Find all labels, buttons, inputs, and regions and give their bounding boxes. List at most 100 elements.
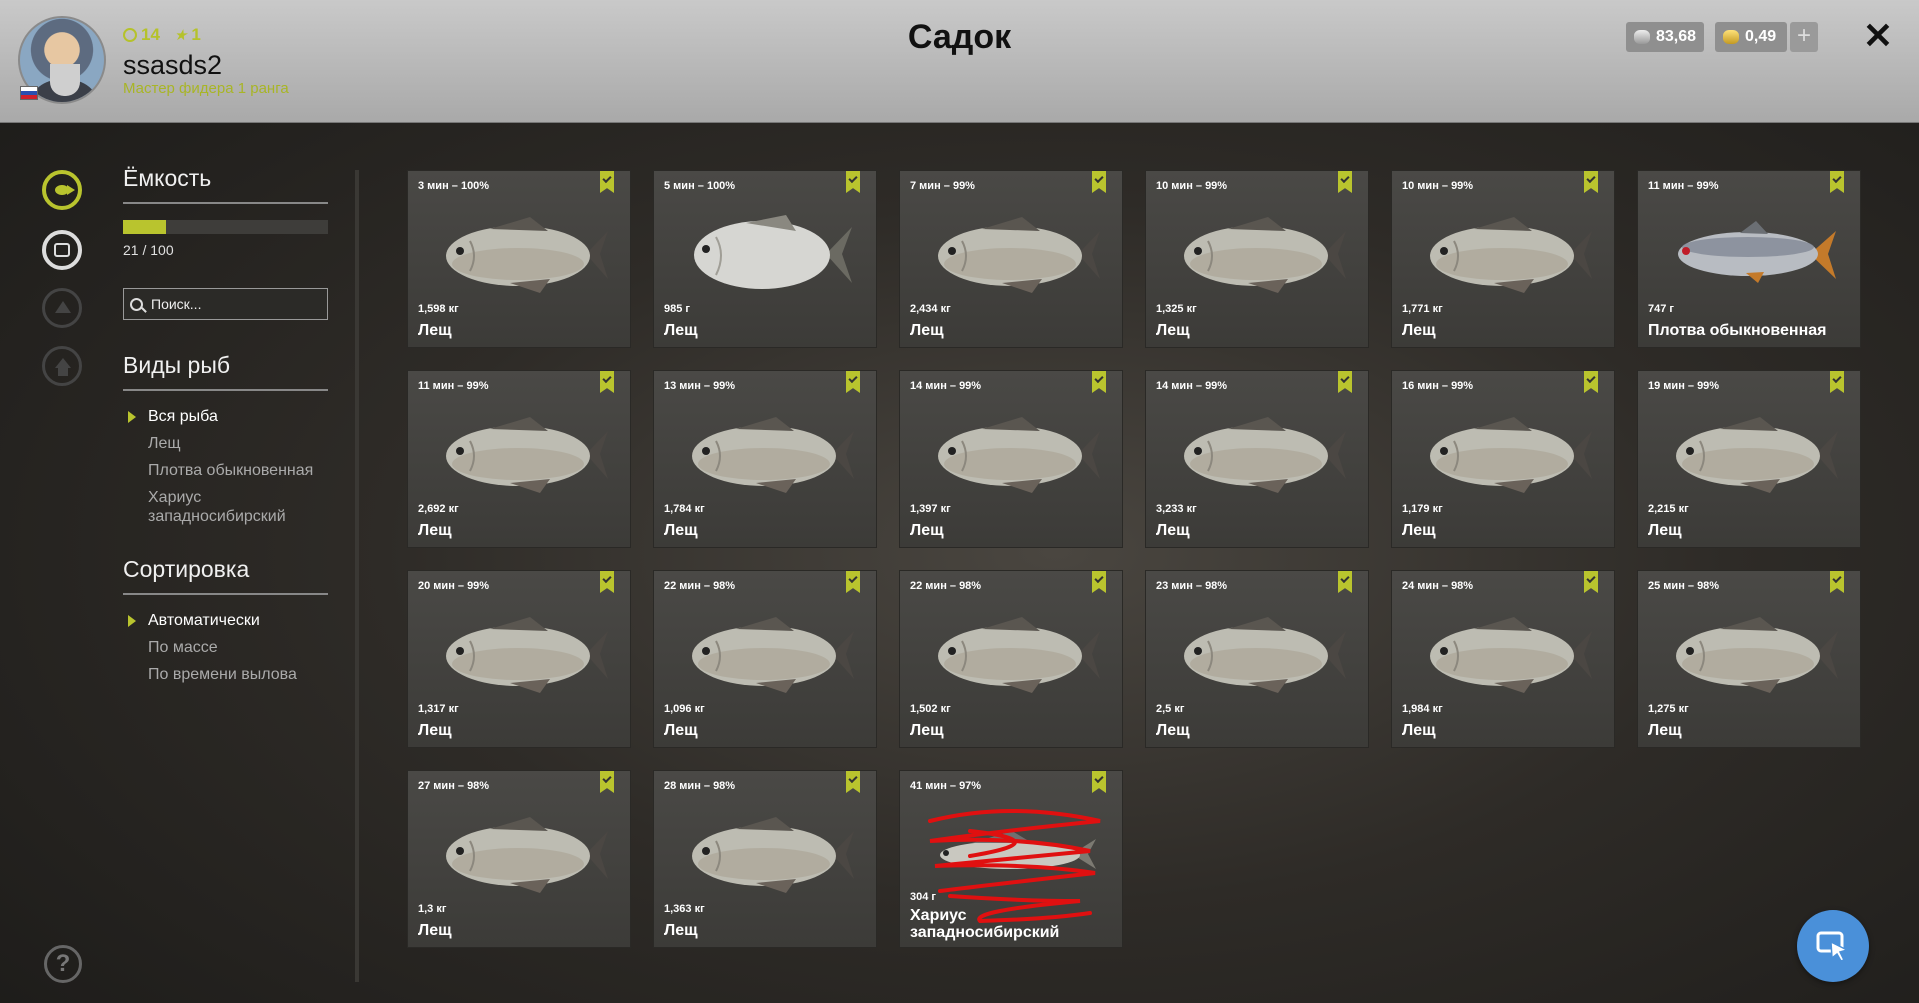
bookmark-check-icon[interactable] bbox=[846, 171, 860, 193]
species-title: Виды рыб bbox=[123, 352, 328, 391]
home-tab-icon[interactable] bbox=[42, 346, 82, 386]
fish-name: Лещ bbox=[1648, 722, 1682, 739]
fish-card[interactable]: 20 мин – 99% 1,317 кг Лещ bbox=[408, 571, 630, 747]
bookmark-check-icon[interactable] bbox=[600, 771, 614, 793]
bookmark-check-icon[interactable] bbox=[600, 171, 614, 193]
fish-weight: 1,771 кг bbox=[1402, 303, 1443, 315]
level-stat: 14 bbox=[123, 25, 160, 45]
fish-card[interactable]: 41 мин – 97% 304 г Хариус западносибирский bbox=[900, 771, 1122, 947]
bookmark-check-icon[interactable] bbox=[600, 571, 614, 593]
bookmark-check-icon[interactable] bbox=[1092, 371, 1106, 393]
bookmark-check-icon[interactable] bbox=[1338, 171, 1352, 193]
cursor-icon bbox=[1816, 931, 1850, 962]
fish-card[interactable]: 13 мин – 99% 1,784 кг Лещ bbox=[654, 371, 876, 547]
fish-name: Лещ bbox=[1156, 522, 1190, 539]
species-item-roach[interactable]: Плотва обыкновенная bbox=[123, 461, 328, 480]
bream-fish-icon bbox=[446, 417, 608, 493]
fish-card[interactable]: 28 мин – 98% 1,363 кг Лещ bbox=[654, 771, 876, 947]
bream-fish-icon bbox=[1676, 617, 1838, 693]
capacity-bar bbox=[123, 220, 328, 234]
bookmark-check-icon[interactable] bbox=[1830, 171, 1844, 193]
catch-time-label: 5 мин – 100% bbox=[664, 180, 736, 192]
fish-card[interactable]: 16 мин – 99% 1,179 кг Лещ bbox=[1392, 371, 1614, 547]
catch-time-label: 16 мин – 99% bbox=[1402, 380, 1474, 392]
catch-time-label: 41 мин – 97% bbox=[910, 780, 982, 792]
sort-list: Автоматически По массе По времени вылова bbox=[123, 611, 328, 684]
bookmark-check-icon[interactable] bbox=[1092, 571, 1106, 593]
fish-name: Лещ bbox=[664, 922, 698, 939]
keepnet-tab-icon[interactable] bbox=[42, 230, 82, 270]
fish-weight: 1,275 кг bbox=[1648, 703, 1689, 715]
sort-item-catch-time[interactable]: По времени вылова bbox=[123, 665, 328, 684]
bookmark-check-icon[interactable] bbox=[1092, 171, 1106, 193]
bookmark-check-icon[interactable] bbox=[846, 771, 860, 793]
fish-name: Лещ bbox=[1156, 322, 1190, 339]
bookmark-check-icon[interactable] bbox=[846, 571, 860, 593]
bookmark-check-icon[interactable] bbox=[1584, 371, 1598, 393]
sort-item-weight[interactable]: По массе bbox=[123, 638, 328, 657]
fish-card[interactable]: 10 мин – 99% 1,771 кг Лещ bbox=[1392, 171, 1614, 347]
catch-time-label: 20 мин – 99% bbox=[418, 580, 490, 592]
fish-weight: 1,598 кг bbox=[418, 303, 459, 315]
bookmark-check-icon[interactable] bbox=[846, 371, 860, 393]
fish-card[interactable]: 10 мин – 99% 1,325 кг Лещ bbox=[1146, 171, 1368, 347]
bookmark-check-icon[interactable] bbox=[1338, 571, 1352, 593]
catch-time-label: 7 мин – 99% bbox=[910, 180, 975, 192]
catch-time-label: 22 мин – 98% bbox=[664, 580, 736, 592]
bookmark-check-icon[interactable] bbox=[1092, 771, 1106, 793]
sort-item-auto[interactable]: Автоматически bbox=[123, 611, 328, 630]
player-name: ssasds2 bbox=[123, 50, 223, 80]
fish-card[interactable]: 14 мин – 99% 3,233 кг Лещ bbox=[1146, 371, 1368, 547]
fish-card[interactable]: 11 мин – 99% 2,692 кг Лещ bbox=[408, 371, 630, 547]
fish-name: Лещ bbox=[418, 322, 452, 339]
catch-time-label: 14 мин – 99% bbox=[1156, 380, 1228, 392]
fish-card[interactable]: 5 мин – 100% 985 г Лещ bbox=[654, 171, 876, 347]
fish-card[interactable]: 3 мин – 100% 1,598 кг Лещ bbox=[408, 171, 630, 347]
bookmark-check-icon[interactable] bbox=[1830, 571, 1844, 593]
search-box[interactable] bbox=[123, 288, 328, 320]
fish-weight: 2,215 кг bbox=[1648, 503, 1689, 515]
capacity-text: 21 / 100 bbox=[123, 242, 174, 258]
fish-name: Плотва обыкновенная bbox=[1648, 322, 1827, 339]
bookmark-check-icon[interactable] bbox=[1584, 571, 1598, 593]
fish-name: Лещ bbox=[664, 522, 698, 539]
bookmark-check-icon[interactable] bbox=[600, 371, 614, 393]
fish-tab-icon[interactable] bbox=[42, 170, 82, 210]
cursor-mode-button[interactable] bbox=[1797, 910, 1869, 982]
search-input[interactable] bbox=[149, 295, 323, 313]
search-icon bbox=[130, 297, 143, 311]
species-item-all[interactable]: Вся рыба bbox=[123, 407, 328, 426]
fish-card[interactable]: 19 мин – 99% 2,215 кг Лещ bbox=[1638, 371, 1860, 547]
bookmark-check-icon[interactable] bbox=[1338, 371, 1352, 393]
help-button[interactable]: ? bbox=[44, 945, 82, 983]
fish-card[interactable]: 7 мин – 99% 2,434 кг Лещ bbox=[900, 171, 1122, 347]
fish-weight: 1,397 кг bbox=[910, 503, 951, 515]
fish-card[interactable]: 22 мин – 98% 1,502 кг Лещ bbox=[900, 571, 1122, 747]
species-item-grayling[interactable]: Хариус западносибирский bbox=[123, 488, 328, 526]
fish-name: Лещ bbox=[418, 722, 452, 739]
fish-card[interactable]: 25 мин – 98% 1,275 кг Лещ bbox=[1638, 571, 1860, 747]
species-item-bream[interactable]: Лещ bbox=[123, 434, 328, 453]
fish-card[interactable]: 23 мин – 98% 2,5 кг Лещ bbox=[1146, 571, 1368, 747]
fish-name: Хариус западносибирский bbox=[910, 907, 1060, 941]
close-button[interactable]: ✕ bbox=[1860, 18, 1896, 54]
catch-time-label: 14 мин – 99% bbox=[910, 380, 982, 392]
bream-fish-icon bbox=[1184, 617, 1346, 693]
fish-card[interactable]: 24 мин – 98% 1,984 кг Лещ bbox=[1392, 571, 1614, 747]
star-stat: ★ 1 bbox=[174, 25, 201, 45]
fish-weight: 1,784 кг bbox=[664, 503, 705, 515]
fish-card[interactable]: 27 мин – 98% 1,3 кг Лещ bbox=[408, 771, 630, 947]
bream-fish-icon bbox=[1430, 417, 1592, 493]
upgrade-tab-icon[interactable] bbox=[42, 288, 82, 328]
fish-card[interactable]: 22 мин – 98% 1,096 кг Лещ bbox=[654, 571, 876, 747]
gold-balance[interactable]: 0,49 bbox=[1715, 22, 1787, 52]
fish-card[interactable]: 11 мин – 99% 747 г Плотва обыкновенная bbox=[1638, 171, 1860, 347]
bookmark-check-icon[interactable] bbox=[1584, 171, 1598, 193]
add-currency-button[interactable]: + bbox=[1790, 22, 1818, 52]
bookmark-check-icon[interactable] bbox=[1830, 371, 1844, 393]
silver-balance[interactable]: 83,68 bbox=[1626, 22, 1704, 52]
fish-card[interactable]: 14 мин – 99% 1,397 кг Лещ bbox=[900, 371, 1122, 547]
fish-name: Лещ bbox=[1156, 722, 1190, 739]
fish-name: Лещ bbox=[664, 722, 698, 739]
fish-weight: 1,984 кг bbox=[1402, 703, 1443, 715]
